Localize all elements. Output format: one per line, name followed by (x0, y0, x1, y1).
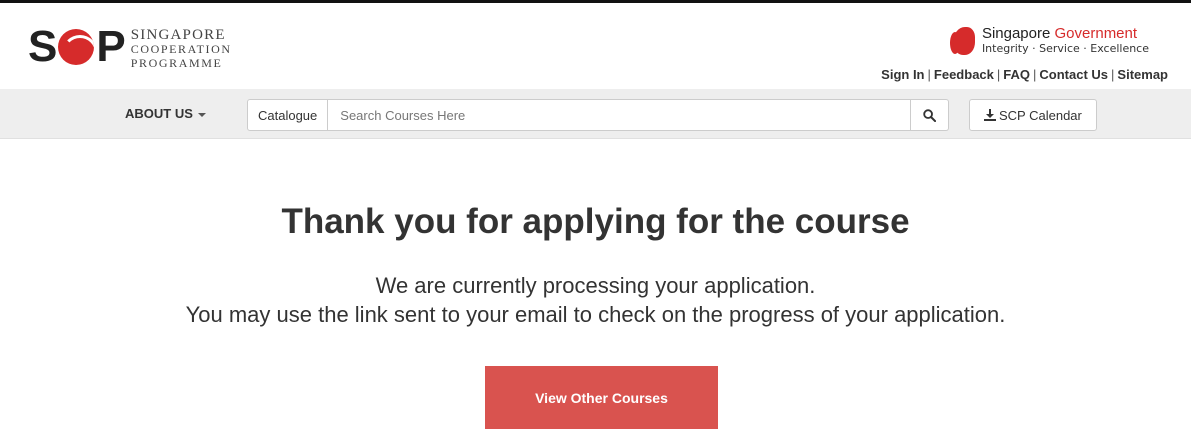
caret-down-icon (197, 112, 206, 117)
logo-line3: PROGRAMME (130, 56, 223, 70)
sitemap-link[interactable]: Sitemap (1117, 67, 1168, 82)
scp-calendar-button[interactable]: SCP Calendar (969, 99, 1097, 131)
view-other-courses-button[interactable]: View Other Courses (485, 366, 718, 429)
site-header: SP SINGAPORE COOPERATION PROGRAMME Singa… (0, 3, 1191, 89)
govt-tagline: Integrity · Service · Excellence (981, 41, 1149, 55)
contact-us-link[interactable]: Contact Us (1039, 67, 1108, 82)
link-separator: | (1033, 67, 1037, 82)
link-separator: | (996, 67, 1001, 82)
nav-bar: ABOUT US Catalogue SCP Calendar (0, 89, 1191, 139)
faq-link[interactable]: FAQ (1003, 67, 1030, 82)
course-search: Catalogue (247, 99, 949, 131)
logo-mark: SP (28, 22, 126, 71)
logo-line2: COOPERATION (130, 42, 232, 56)
link-separator: | (1111, 67, 1115, 82)
logo-ball-icon (58, 29, 95, 65)
search-button[interactable] (911, 99, 949, 131)
main-content: Thank you for applying for the course We… (0, 140, 1191, 433)
sign-in-link[interactable]: Sign In (881, 67, 924, 82)
utility-links: Sign In | Feedback | FAQ | Contact Us | … (881, 67, 1168, 82)
lion-head-icon (949, 24, 976, 58)
message-line-1: We are currently processing your applica… (375, 273, 816, 298)
govt-name: Singapore Government (981, 24, 1149, 42)
govt-name-suffix: Government (1054, 24, 1138, 42)
about-us-dropdown[interactable]: ABOUT US (125, 106, 206, 121)
link-separator: | (927, 67, 931, 82)
page-title: Thank you for applying for the course (281, 202, 910, 241)
govt-name-prefix: Singapore (981, 24, 1051, 42)
scp-logo[interactable]: SP SINGAPORE COOPERATION PROGRAMME (28, 22, 232, 71)
logo-line1: SINGAPORE (130, 27, 226, 43)
search-input[interactable] (328, 99, 911, 131)
feedback-link[interactable]: Feedback (934, 67, 994, 82)
govt-text: Singapore Government Integrity · Service… (981, 24, 1149, 56)
catalogue-button[interactable]: Catalogue (247, 99, 329, 131)
logo-text: SINGAPORE COOPERATION PROGRAMME (130, 27, 232, 71)
about-us-label: ABOUT US (125, 106, 193, 121)
singapore-government-logo[interactable]: Singapore Government Integrity · Service… (949, 24, 1149, 58)
message-line-2: You may use the link sent to your email … (185, 302, 1006, 327)
scp-calendar-label: SCP Calendar (999, 107, 1082, 123)
search-icon (923, 108, 936, 122)
download-icon (984, 109, 996, 121)
